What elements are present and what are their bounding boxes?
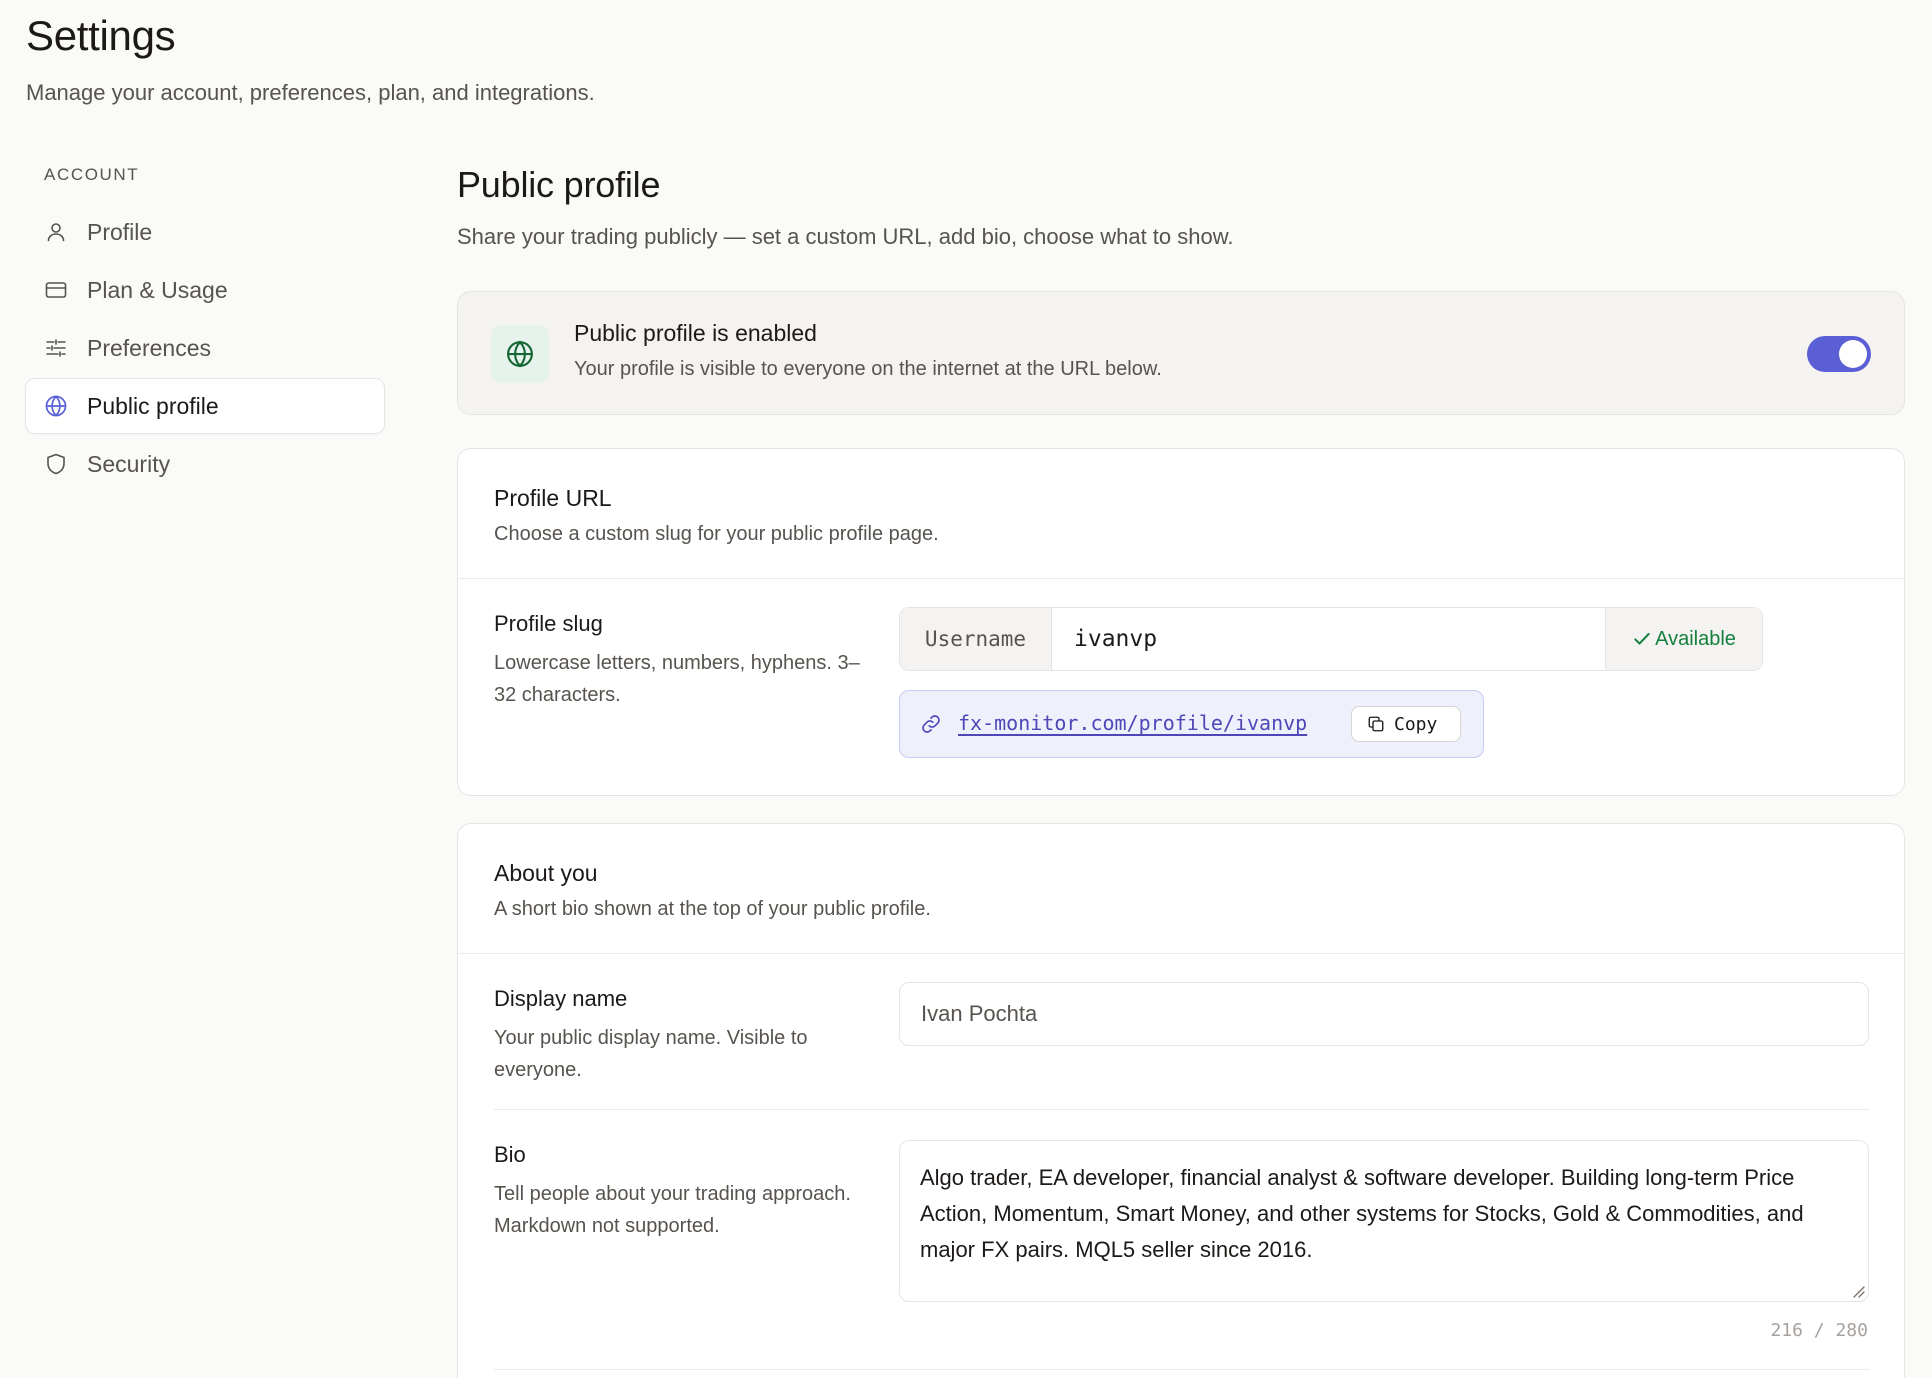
card-header: About you A short bio shown at the top o… xyxy=(458,824,1904,954)
sidebar-item-public-profile[interactable]: Public profile xyxy=(25,378,385,434)
copy-button-label: Copy xyxy=(1394,713,1438,735)
card-header: Profile URL Choose a custom slug for you… xyxy=(458,449,1904,579)
card-title: About you xyxy=(494,860,598,886)
sidebar-item-security[interactable]: Security xyxy=(25,436,385,492)
display-name-label: Display name xyxy=(494,986,628,1011)
sidebar: ACCOUNT Profile Plan & Usage Preferences… xyxy=(25,162,385,494)
bio-character-count: 216 / 280 xyxy=(1770,1320,1868,1341)
sidebar-item-label: Plan & Usage xyxy=(87,276,228,303)
toggle-knob xyxy=(1839,340,1867,368)
sidebar-section-label: ACCOUNT xyxy=(44,165,140,184)
settings-page: Settings Manage your account, preference… xyxy=(0,0,1932,1378)
main-content: Public profile Share your trading public… xyxy=(457,160,1905,1378)
public-profile-status-banner: Public profile is enabled Your profile i… xyxy=(457,291,1905,415)
banner-title: Public profile is enabled xyxy=(574,320,817,346)
sidebar-item-label: Security xyxy=(87,450,171,477)
shield-icon xyxy=(44,452,68,476)
slug-prefix: Username xyxy=(900,608,1052,670)
display-name-input[interactable]: Ivan Pochta xyxy=(899,982,1869,1046)
page-title: Settings xyxy=(26,12,176,59)
globe-icon xyxy=(491,325,549,383)
sidebar-item-label: Public profile xyxy=(87,392,219,419)
bio-help: Tell people about your trading approach.… xyxy=(494,1183,851,1237)
field-divider xyxy=(494,1369,1870,1370)
page-subtitle: Manage your account, preferences, plan, … xyxy=(26,80,595,105)
profile-url-box: fx-monitor.com/profile/ivanvp Copy xyxy=(899,690,1484,758)
copy-icon xyxy=(1368,716,1384,732)
credit-card-icon xyxy=(44,278,68,302)
profile-slug-label: Profile slug xyxy=(494,611,603,636)
profile-url-link[interactable]: fx-monitor.com/profile/ivanvp xyxy=(958,711,1307,735)
user-icon xyxy=(44,220,68,244)
check-icon xyxy=(1634,633,1650,645)
section-subtitle: Share your trading publicly — set a cust… xyxy=(457,224,1234,249)
section-title: Public profile xyxy=(457,164,661,205)
copy-url-button[interactable]: Copy xyxy=(1351,706,1461,742)
public-profile-toggle[interactable] xyxy=(1807,336,1871,372)
sliders-icon xyxy=(44,336,68,360)
card-description: Choose a custom slug for your public pro… xyxy=(494,523,939,545)
sidebar-item-label: Profile xyxy=(87,218,153,245)
profile-slug-input[interactable]: ivanvp xyxy=(1052,608,1605,670)
globe-icon xyxy=(44,394,68,418)
display-name-help: Your public display name. Visible to eve… xyxy=(494,1027,808,1081)
slug-availability-status: Available xyxy=(1605,608,1762,670)
resize-handle-icon[interactable] xyxy=(1850,1283,1866,1299)
field-divider xyxy=(494,1109,1870,1110)
banner-description: Your profile is visible to everyone on t… xyxy=(574,358,1162,380)
bio-text: Algo trader, EA developer, financial ana… xyxy=(920,1165,1804,1262)
bio-textarea[interactable]: Algo trader, EA developer, financial ana… xyxy=(899,1140,1869,1302)
profile-slug-help: Lowercase letters, numbers, hyphens. 3–3… xyxy=(494,652,860,706)
sidebar-item-label: Preferences xyxy=(87,334,212,361)
profile-url-card: Profile URL Choose a custom slug for you… xyxy=(457,448,1905,796)
bio-label: Bio xyxy=(494,1142,526,1167)
sidebar-item-profile[interactable]: Profile xyxy=(25,204,385,260)
card-description: A short bio shown at the top of your pub… xyxy=(494,898,931,920)
sidebar-item-preferences[interactable]: Preferences xyxy=(25,320,385,376)
link-icon xyxy=(922,715,940,733)
card-title: Profile URL xyxy=(494,485,612,511)
profile-slug-field: Username ivanvp Available xyxy=(899,607,1763,671)
slug-status-text: Available xyxy=(1655,627,1736,650)
sidebar-item-plan-usage[interactable]: Plan & Usage xyxy=(25,262,385,318)
about-you-card: About you A short bio shown at the top o… xyxy=(457,823,1905,1378)
